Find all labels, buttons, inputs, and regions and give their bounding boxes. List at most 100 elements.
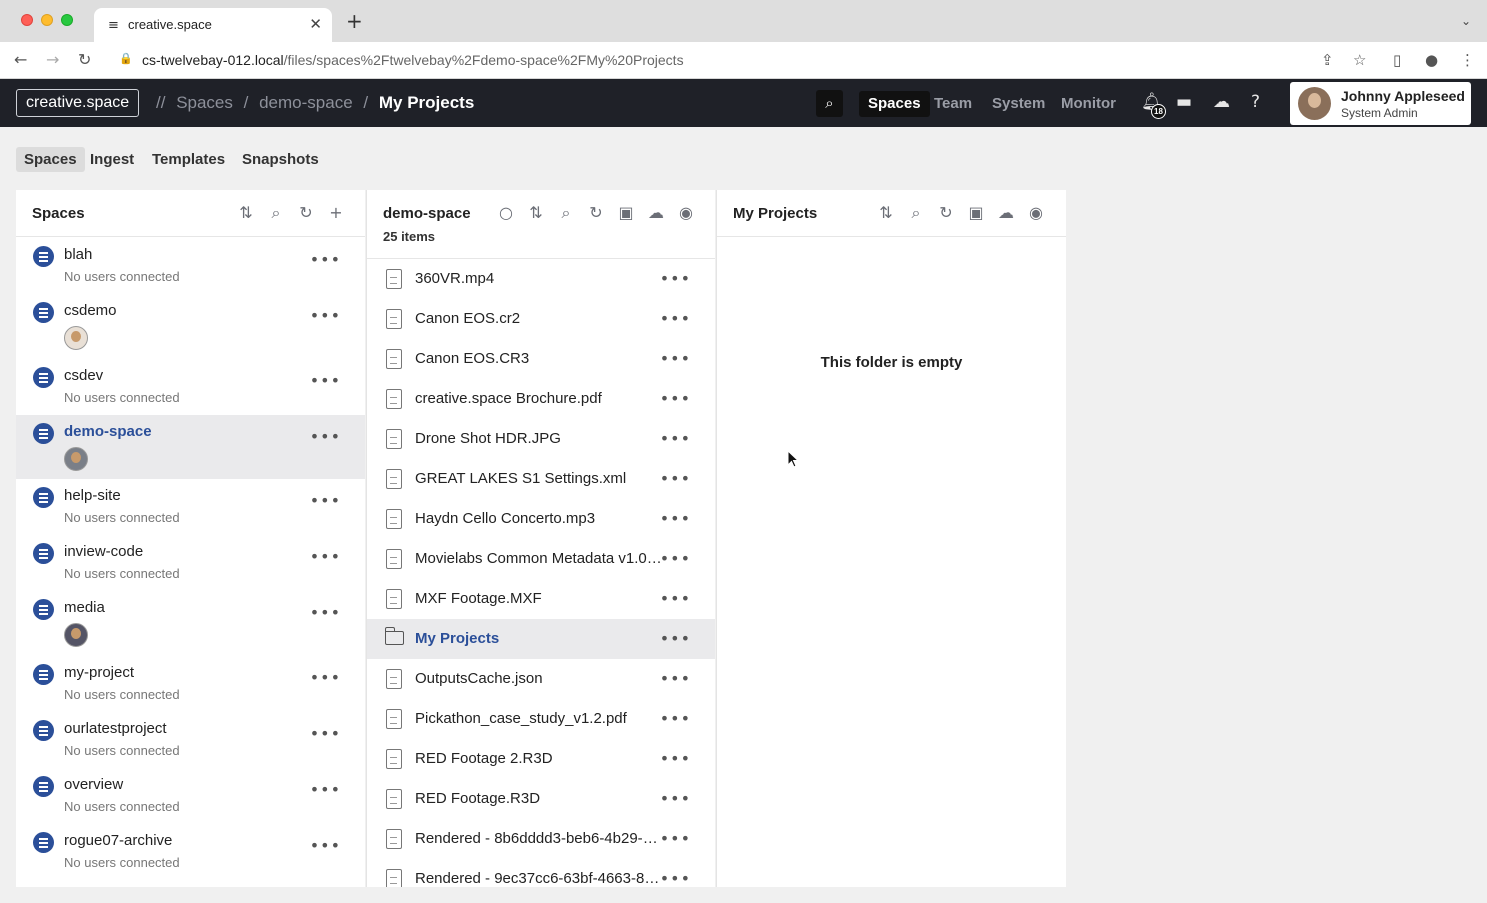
space-item-selected[interactable]: demo-space ••• (16, 415, 365, 479)
file-row[interactable]: Drone Shot HDR.JPG ••• (367, 419, 715, 459)
file-row[interactable]: Movielabs Common Metadata v1.07.... ••• (367, 539, 715, 579)
reload-icon[interactable]: ↻ (78, 50, 91, 69)
breadcrumb-demo-space[interactable]: demo-space (259, 93, 353, 112)
new-folder-icon[interactable]: ▣ (965, 203, 987, 222)
eye-icon[interactable]: ◉ (675, 203, 697, 222)
folder-row-selected[interactable]: My Projects ••• (367, 619, 715, 659)
space-item[interactable]: csdemo ••• (16, 294, 365, 359)
space-item[interactable]: media ••• (16, 591, 365, 656)
sort-icon[interactable]: ⇅ (525, 203, 547, 222)
file-row[interactable]: Canon EOS.cr2 ••• (367, 299, 715, 339)
space-item[interactable]: inview-code No users connected ••• (16, 535, 365, 591)
zoom-window-button[interactable] (61, 14, 73, 26)
refresh-icon[interactable]: ↻ (935, 203, 957, 222)
more-icon[interactable]: ••• (310, 726, 341, 742)
more-icon[interactable]: ••• (660, 551, 691, 567)
space-item[interactable]: my-project No users connected ••• (16, 656, 365, 712)
more-icon[interactable]: ••• (660, 431, 691, 447)
sort-icon[interactable]: ⇅ (235, 203, 257, 222)
more-icon[interactable]: ••• (310, 838, 341, 854)
more-icon[interactable]: ••• (660, 391, 691, 407)
tab-menu-chevron-icon[interactable]: ⌄ (1461, 14, 1471, 28)
nav-team[interactable]: Team (934, 91, 972, 117)
space-item[interactable]: blah No users connected ••• (16, 238, 365, 294)
nav-system[interactable]: System (992, 91, 1045, 117)
file-row[interactable]: Rendered - 9ec37cc6-63bf-4663-88c4... ••• (367, 859, 715, 887)
browser-menu-icon[interactable]: ⋮ (1460, 51, 1475, 69)
search-icon[interactable]: ⌕ (555, 203, 577, 223)
user-menu[interactable]: Johnny Appleseed System Admin (1290, 82, 1471, 125)
file-row[interactable]: RED Footage 2.R3D ••• (367, 739, 715, 779)
sidebar-toggle-icon[interactable]: ▯ (1393, 51, 1401, 69)
file-row[interactable]: Haydn Cello Concerto.mp3 ••• (367, 499, 715, 539)
more-icon[interactable]: ••• (310, 429, 341, 445)
more-icon[interactable]: ••• (310, 373, 341, 389)
cloud-upload-icon[interactable]: ☁ (1213, 92, 1230, 112)
help-icon[interactable]: ? (1251, 92, 1260, 112)
file-row[interactable]: GREAT LAKES S1 Settings.xml ••• (367, 459, 715, 499)
more-icon[interactable]: ••• (660, 511, 691, 527)
more-icon[interactable]: ••• (660, 711, 691, 727)
forward-arrow-icon[interactable]: → (46, 50, 59, 69)
refresh-icon[interactable]: ↻ (585, 203, 607, 222)
file-row[interactable]: RED Footage.R3D ••• (367, 779, 715, 819)
nav-monitor[interactable]: Monitor (1061, 91, 1116, 117)
space-item[interactable]: help-site No users connected ••• (16, 479, 365, 535)
browser-tab[interactable]: ≡ creative.space ✕ (94, 8, 332, 42)
url-field[interactable]: cs-twelvebay-012.local/files/spaces%2Ftw… (142, 52, 684, 68)
bookmark-star-icon[interactable]: ☆ (1353, 51, 1366, 69)
more-icon[interactable]: ••• (310, 782, 341, 798)
tab-spaces[interactable]: Spaces (16, 147, 85, 172)
eye-icon[interactable]: ◉ (1025, 203, 1047, 222)
more-icon[interactable]: ••• (660, 591, 691, 607)
more-icon[interactable]: ••• (660, 471, 691, 487)
more-icon[interactable]: ••• (310, 493, 341, 509)
more-icon[interactable]: ••• (310, 252, 341, 268)
nav-spaces[interactable]: Spaces (859, 91, 930, 117)
new-tab-icon[interactable]: + (346, 11, 363, 31)
file-row[interactable]: OutputsCache.json ••• (367, 659, 715, 699)
space-item[interactable]: rogue07-archive No users connected ••• (16, 824, 365, 880)
file-row[interactable]: MXF Footage.MXF ••• (367, 579, 715, 619)
more-icon[interactable]: ••• (310, 549, 341, 565)
profile-icon[interactable]: ● (1425, 51, 1438, 69)
cloud-upload-icon[interactable]: ☁ (995, 203, 1017, 222)
search-icon[interactable]: ⌕ (905, 203, 927, 223)
close-window-button[interactable] (21, 14, 33, 26)
folder-icon[interactable]: ▬ (1176, 92, 1192, 112)
minimize-window-button[interactable] (41, 14, 53, 26)
more-icon[interactable]: ••• (660, 271, 691, 287)
more-icon[interactable]: ••• (660, 631, 691, 647)
back-arrow-icon[interactable]: ← (14, 50, 27, 69)
file-row[interactable]: Rendered - 8b6dddd3-beb6-4b29-be... ••• (367, 819, 715, 859)
file-row[interactable]: creative.space Brochure.pdf ••• (367, 379, 715, 419)
search-icon[interactable]: ⌕ (816, 90, 843, 117)
add-icon[interactable]: + (325, 203, 347, 222)
tab-templates[interactable]: Templates (152, 147, 225, 172)
more-icon[interactable]: ••• (660, 751, 691, 767)
sort-icon[interactable]: ⇅ (875, 203, 897, 222)
share-icon[interactable]: ⇪ (1321, 51, 1334, 69)
tab-ingest[interactable]: Ingest (90, 147, 134, 172)
app-logo[interactable]: creative.space (16, 89, 140, 117)
more-icon[interactable]: ••• (660, 831, 691, 847)
more-icon[interactable]: ••• (660, 871, 691, 887)
close-tab-icon[interactable]: ✕ (309, 15, 322, 33)
more-icon[interactable]: ••• (660, 351, 691, 367)
more-icon[interactable]: ••• (310, 670, 341, 686)
new-folder-icon[interactable]: ▣ (615, 203, 637, 222)
space-item[interactable]: csdev No users connected ••• (16, 359, 365, 415)
file-row[interactable]: 360VR.mp4 ••• (367, 259, 715, 299)
search-icon[interactable]: ⌕ (265, 203, 287, 223)
breadcrumb-spaces[interactable]: Spaces (176, 93, 233, 112)
space-item[interactable]: overview No users connected ••• (16, 768, 365, 824)
space-item[interactable]: ourlatestproject No users connected ••• (16, 712, 365, 768)
more-icon[interactable]: ••• (310, 308, 341, 324)
file-row[interactable]: Canon EOS.CR3 ••• (367, 339, 715, 379)
more-icon[interactable]: ••• (660, 671, 691, 687)
refresh-icon[interactable]: ↻ (295, 203, 317, 222)
tab-snapshots[interactable]: Snapshots (242, 147, 319, 172)
file-row[interactable]: Pickathon_case_study_v1.2.pdf ••• (367, 699, 715, 739)
more-icon[interactable]: ••• (310, 605, 341, 621)
select-circle-icon[interactable]: ○ (495, 203, 517, 222)
